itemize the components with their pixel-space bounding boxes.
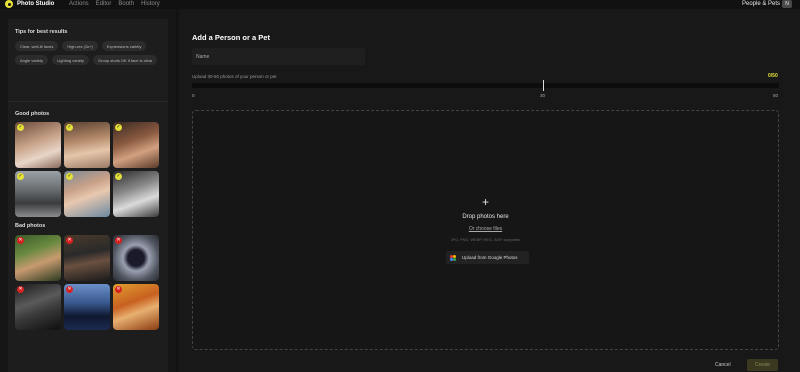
bad-photos-grid: ✕ ✕ ✕ ✕ ✕ ✕ — [15, 235, 159, 330]
google-photos-label: Upload from Google Photos — [462, 255, 518, 260]
close-icon: ✕ — [115, 286, 122, 293]
check-icon: ✓ — [17, 173, 24, 180]
good-photo-bw: ✓ — [113, 171, 159, 217]
tip-chip: Clear, well-lit faces — [15, 41, 59, 51]
avatar[interactable]: N — [782, 0, 792, 8]
photo-dropzone[interactable]: + Drop photos here Or choose files JPG, … — [192, 110, 779, 350]
upload-progress-bar — [192, 80, 779, 91]
app-logo-icon[interactable] — [5, 0, 13, 8]
name-input[interactable] — [192, 48, 365, 65]
bad-photo-blurry: ✕ — [113, 284, 159, 330]
good-photos-title: Good photos — [15, 111, 50, 117]
scale-label-min: 0 — [192, 93, 195, 98]
tips-title: Tips for best results — [15, 29, 68, 35]
app-title[interactable]: Photo Studio — [17, 1, 54, 7]
good-photo-portrait: ✓ — [64, 122, 110, 168]
close-icon: ✕ — [66, 237, 73, 244]
close-icon: ✕ — [17, 237, 24, 244]
tip-chip: Group shots OK if face is clear — [93, 55, 158, 65]
tips-chips: Clear, well-lit faces High-res (1k+) Exp… — [15, 41, 165, 65]
google-photos-icon — [450, 254, 456, 261]
check-icon: ✓ — [17, 124, 24, 131]
bad-photo-dark: ✕ — [64, 235, 110, 281]
scale-label-max: 50 — [773, 93, 779, 98]
nav-booth[interactable]: Booth — [118, 1, 134, 7]
min-threshold-marker — [543, 80, 544, 91]
check-icon: ✓ — [115, 173, 122, 180]
good-photo-full-body: ✓ — [15, 171, 61, 217]
good-photo-portrait: ✓ — [113, 122, 159, 168]
nav-editor[interactable]: Editor — [96, 1, 112, 7]
close-icon: ✕ — [66, 286, 73, 293]
good-photo-portrait: ✓ — [15, 122, 61, 168]
page-title: Add a Person or a Pet — [192, 33, 270, 42]
good-photo-group: ✓ — [64, 171, 110, 217]
bad-photo-headset: ✕ — [113, 235, 159, 281]
dropzone-title: Drop photos here — [462, 214, 509, 220]
plus-icon: + — [481, 195, 489, 209]
choose-files-link[interactable]: Or choose files — [193, 226, 778, 232]
bad-photos-title: Bad photos — [15, 223, 46, 229]
close-icon: ✕ — [17, 286, 24, 293]
tip-chip: High-res (1k+) — [62, 41, 98, 51]
tip-chip: Angle variety — [15, 55, 49, 65]
supported-formats: JPG, PNG, WEBP, HEIC, AVIF supported — [450, 238, 521, 242]
top-bar: Photo Studio Actions Editor Booth Histor… — [0, 0, 800, 9]
check-icon: ✓ — [66, 124, 73, 131]
scale-label-threshold: 30 — [540, 93, 546, 98]
people-pets-link[interactable]: People & Pets — [742, 1, 780, 7]
good-photos-grid: ✓ ✓ ✓ ✓ ✓ ✓ — [15, 122, 159, 217]
divider — [8, 101, 168, 102]
nav-history[interactable]: History — [141, 1, 160, 7]
create-button[interactable]: Create — [747, 359, 778, 371]
add-subject-form: Add a Person or a Pet Upload 30-50 photo… — [179, 9, 800, 372]
check-icon: ✓ — [115, 124, 122, 131]
tips-panel: Tips for best results Clear, well-lit fa… — [8, 19, 168, 372]
upload-hint: Upload 30-50 photos of your person or pe… — [192, 74, 277, 79]
check-icon: ✓ — [66, 173, 73, 180]
nav-actions[interactable]: Actions — [69, 1, 89, 7]
google-photos-button[interactable]: Upload from Google Photos — [446, 251, 529, 264]
photo-counter: 0/50 — [768, 73, 778, 79]
cancel-button[interactable]: Cancel — [715, 362, 731, 368]
tip-chip: Lighting variety — [52, 55, 90, 65]
close-icon: ✕ — [115, 237, 122, 244]
tip-chip: Expressions variety — [101, 41, 147, 51]
bad-photo-turned-away: ✕ — [15, 235, 61, 281]
bad-photo-masked: ✕ — [15, 284, 61, 330]
bad-photo-backlit: ✕ — [64, 284, 110, 330]
main-nav: Actions Editor Booth History — [69, 1, 160, 7]
